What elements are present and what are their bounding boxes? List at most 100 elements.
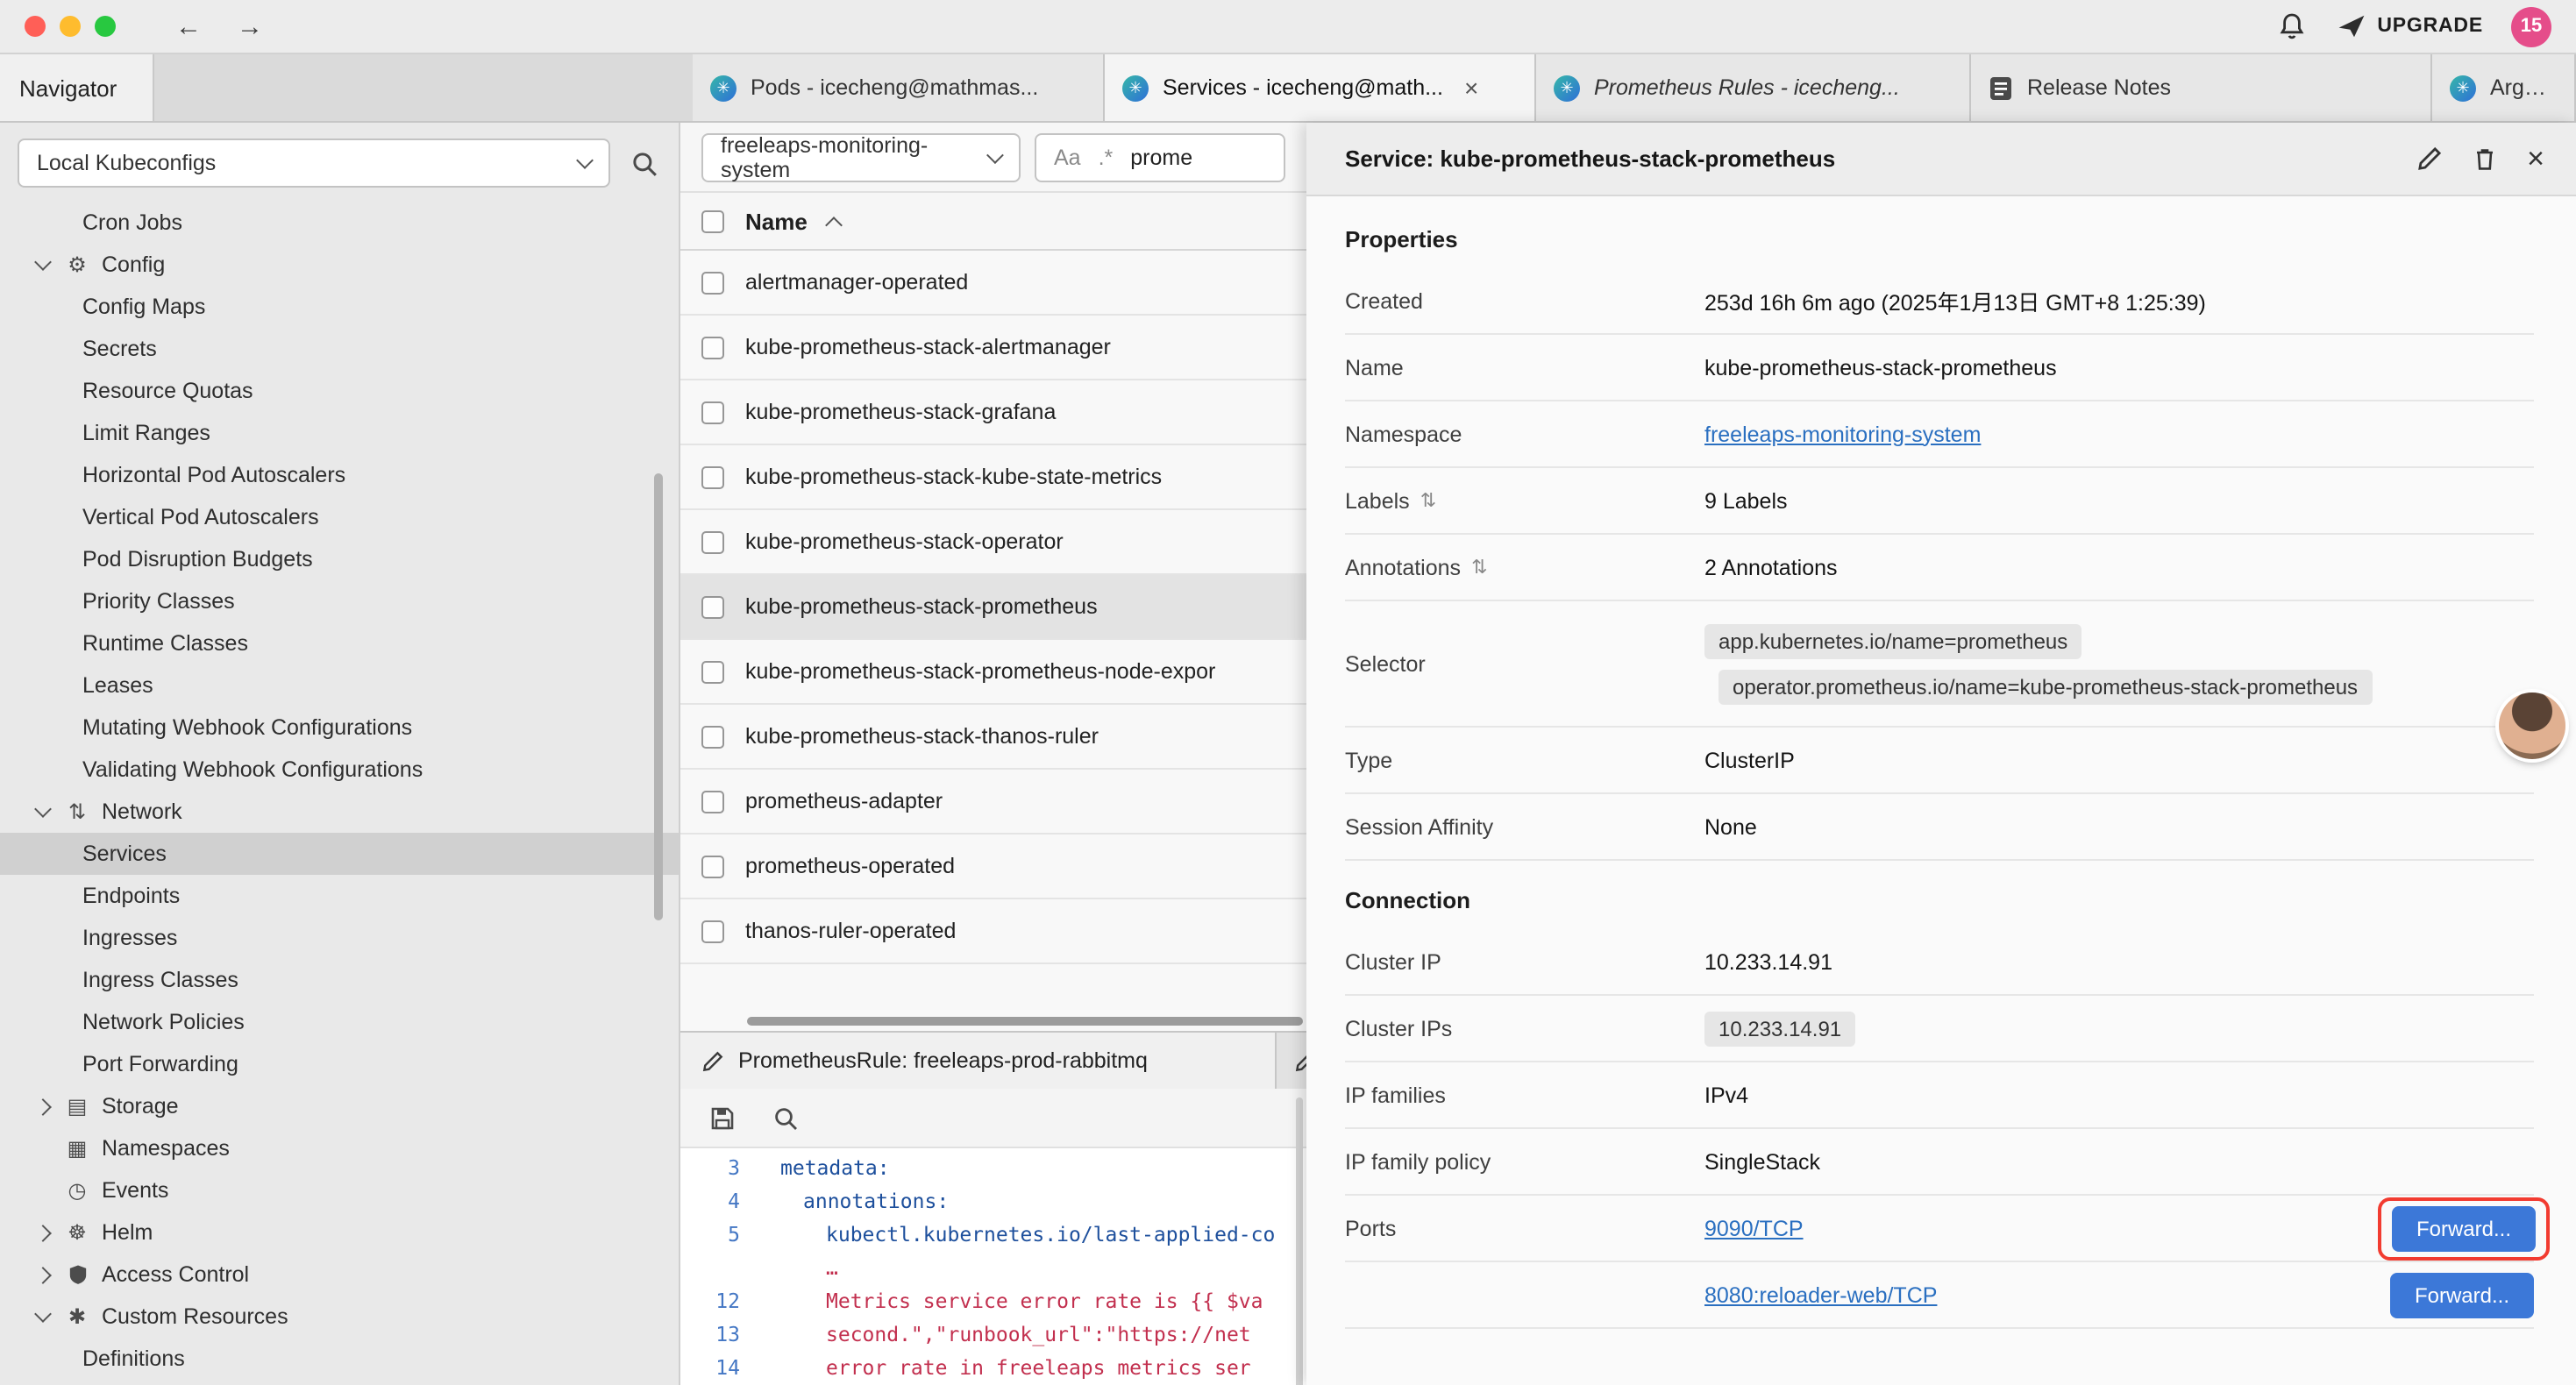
code-text: metadata: <box>758 1152 890 1185</box>
sidebar-item-limit-ranges[interactable]: Limit Ranges <box>0 412 679 454</box>
tab-release-notes[interactable]: Release Notes <box>1971 54 2432 121</box>
horizontal-scrollbar-thumb[interactable] <box>747 1017 1303 1026</box>
row-checkbox[interactable] <box>701 790 724 813</box>
save-icon[interactable] <box>705 1105 740 1130</box>
sidebar-item-storage[interactable]: ▤Storage <box>0 1085 679 1127</box>
sidebar-item-events[interactable]: ◷Events <box>0 1169 679 1211</box>
close-tab-icon[interactable]: × <box>1464 74 1478 102</box>
row-checkbox[interactable] <box>701 271 724 294</box>
close-drawer-icon[interactable]: × <box>2527 144 2544 174</box>
sidebar-item-network-policies[interactable]: Network Policies <box>0 1001 679 1043</box>
row-checkbox[interactable] <box>701 465 724 488</box>
sidebar-item-mutating-webhook-configurations[interactable]: Mutating Webhook Configurations <box>0 707 679 749</box>
service-row-alertmanager-operated[interactable]: alertmanager-operated <box>680 251 1306 316</box>
port-link[interactable]: 9090/TCP <box>1704 1216 1804 1240</box>
close-window-button[interactable] <box>25 16 46 37</box>
name-column-header[interactable]: Name <box>745 208 808 234</box>
row-checkbox[interactable] <box>701 855 724 877</box>
namespace-filter-select[interactable]: freeleaps-monitoring-system <box>701 132 1021 181</box>
row-checkbox[interactable] <box>701 660 724 683</box>
sidebar-item-port-forwarding[interactable]: Port Forwarding <box>0 1043 679 1085</box>
row-checkbox[interactable] <box>701 336 724 359</box>
regex-toggle[interactable]: .* <box>1099 145 1114 169</box>
editor-search-icon[interactable] <box>768 1105 803 1130</box>
sidebar-item-validating-webhook-configurations[interactable]: Validating Webhook Configurations <box>0 749 679 791</box>
sidebar-item-custom-resources[interactable]: ✱Custom Resources <box>0 1296 679 1338</box>
minimize-window-button[interactable] <box>60 16 81 37</box>
sidebar-item-label: Services <box>82 842 167 866</box>
row-checkbox[interactable] <box>701 920 724 942</box>
match-case-toggle[interactable]: Aa <box>1054 145 1081 169</box>
back-button[interactable]: ← <box>175 13 202 39</box>
row-checkbox[interactable] <box>701 530 724 553</box>
sidebar-item-ingresses[interactable]: Ingresses <box>0 917 679 959</box>
sort-updown-icon[interactable]: ⇅ <box>1471 556 1487 579</box>
sidebar-item-helm[interactable]: ☸Helm <box>0 1211 679 1254</box>
detail-row-ip-families: IP familiesIPv4 <box>1345 1062 2534 1129</box>
editor-tab-prometheusrule[interactable]: PrometheusRule: freeleaps-prod-rabbitmq <box>680 1033 1277 1089</box>
sidebar-item-pod-disruption-budgets[interactable]: Pod Disruption Budgets <box>0 538 679 580</box>
forward-button[interactable]: Forward... <box>2392 1205 2536 1251</box>
namespace-link[interactable]: freeleaps-monitoring-system <box>1704 422 1981 446</box>
delete-service-icon[interactable] <box>2473 146 2497 172</box>
tab-argo-se[interactable]: ✳Argo Se <box>2432 54 2576 121</box>
service-row-kube-prometheus-stack-kube-state-metrics[interactable]: kube-prometheus-stack-kube-state-metrics <box>680 445 1306 510</box>
service-row-kube-prometheus-stack-prometheus[interactable]: kube-prometheus-stack-prometheus <box>680 575 1306 640</box>
sidebar-item-priority-classes[interactable]: Priority Classes <box>0 580 679 622</box>
tab-pods-icecheng-mathmas[interactable]: ✳Pods - icecheng@mathmas... <box>693 54 1105 121</box>
sidebar-search-icon[interactable] <box>626 150 661 176</box>
service-name: kube-prometheus-stack-grafana <box>745 400 1056 424</box>
row-checkbox[interactable] <box>701 401 724 423</box>
vertical-scrollbar-track[interactable] <box>1296 1097 1303 1385</box>
line-number: 12 <box>680 1285 758 1318</box>
avatar[interactable] <box>2499 692 2565 759</box>
sort-updown-icon[interactable]: ⇅ <box>1420 489 1436 512</box>
select-all-checkbox[interactable] <box>701 210 724 232</box>
service-row-prometheus-adapter[interactable]: prometheus-adapter <box>680 770 1306 835</box>
notification-count-badge[interactable]: 15 <box>2511 6 2551 46</box>
sidebar-item-config-maps[interactable]: Config Maps <box>0 286 679 328</box>
port-link[interactable]: 8080:reloader-web/TCP <box>1704 1282 1937 1307</box>
sidebar-item-namespaces[interactable]: ▦Namespaces <box>0 1127 679 1169</box>
service-row-kube-prometheus-stack-grafana[interactable]: kube-prometheus-stack-grafana <box>680 380 1306 445</box>
forward-button[interactable]: → <box>237 13 263 39</box>
service-row-kube-prometheus-stack-prometheus-node-expor[interactable]: kube-prometheus-stack-prometheus-node-ex… <box>680 640 1306 705</box>
yaml-editor[interactable]: 3metadata:4annotations:5kubectl.kubernet… <box>680 1148 1306 1385</box>
forward-button[interactable]: Forward... <box>2390 1272 2534 1318</box>
edit-service-icon[interactable] <box>2416 146 2443 172</box>
zoom-window-button[interactable] <box>95 16 116 37</box>
sidebar-item-runtime-classes[interactable]: Runtime Classes <box>0 622 679 664</box>
service-row-thanos-ruler-operated[interactable]: thanos-ruler-operated <box>680 899 1306 964</box>
detail-label: Cluster IPs <box>1345 1016 1704 1041</box>
sidebar-item-horizontal-pod-autoscalers[interactable]: Horizontal Pod Autoscalers <box>0 454 679 496</box>
detail-value: app.kubernetes.io/name=prometheusoperato… <box>1704 609 2534 718</box>
row-checkbox[interactable] <box>701 725 724 748</box>
sidebar-item-definitions[interactable]: Definitions <box>0 1338 679 1380</box>
sidebar-item-config[interactable]: ⚙Config <box>0 244 679 286</box>
sidebar-item-endpoints[interactable]: Endpoints <box>0 875 679 917</box>
sidebar-item-secrets[interactable]: Secrets <box>0 328 679 370</box>
notifications-bell-icon[interactable] <box>2274 12 2309 40</box>
sidebar-item-cron-jobs[interactable]: Cron Jobs <box>0 202 679 244</box>
kubeconfig-selector[interactable]: Local Kubeconfigs <box>18 138 610 188</box>
sidebar-item-services[interactable]: Services <box>0 833 679 875</box>
tab-services-icecheng-math[interactable]: ✳Services - icecheng@math...× <box>1105 54 1536 121</box>
service-row-prometheus-operated[interactable]: prometheus-operated <box>680 835 1306 899</box>
service-row-kube-prometheus-stack-alertmanager[interactable]: kube-prometheus-stack-alertmanager <box>680 316 1306 380</box>
row-checkbox[interactable] <box>701 595 724 618</box>
sidebar-scrollbar-thumb[interactable] <box>654 473 663 920</box>
sidebar-item-resource-quotas[interactable]: Resource Quotas <box>0 370 679 412</box>
upgrade-button[interactable]: UPGRADE <box>2337 14 2483 39</box>
sidebar-item-leases[interactable]: Leases <box>0 664 679 707</box>
sidebar-item-access-control[interactable]: Access Control <box>0 1254 679 1296</box>
service-row-kube-prometheus-stack-operator[interactable]: kube-prometheus-stack-operator <box>680 510 1306 575</box>
service-name: alertmanager-operated <box>745 270 968 295</box>
tab-prometheus-rules-icecheng[interactable]: ✳Prometheus Rules - icecheng... <box>1536 54 1971 121</box>
list-search-input[interactable]: Aa .* prome <box>1035 132 1285 181</box>
service-row-kube-prometheus-stack-thanos-ruler[interactable]: kube-prometheus-stack-thanos-ruler <box>680 705 1306 770</box>
detail-label-text: Type <box>1345 748 1392 772</box>
sidebar-item-vertical-pod-autoscalers[interactable]: Vertical Pod Autoscalers <box>0 496 679 538</box>
sidebar-item-ingress-classes[interactable]: Ingress Classes <box>0 959 679 1001</box>
sidebar-item-network[interactable]: ⇅Network <box>0 791 679 833</box>
editor-tab-partial[interactable] <box>1277 1033 1306 1089</box>
